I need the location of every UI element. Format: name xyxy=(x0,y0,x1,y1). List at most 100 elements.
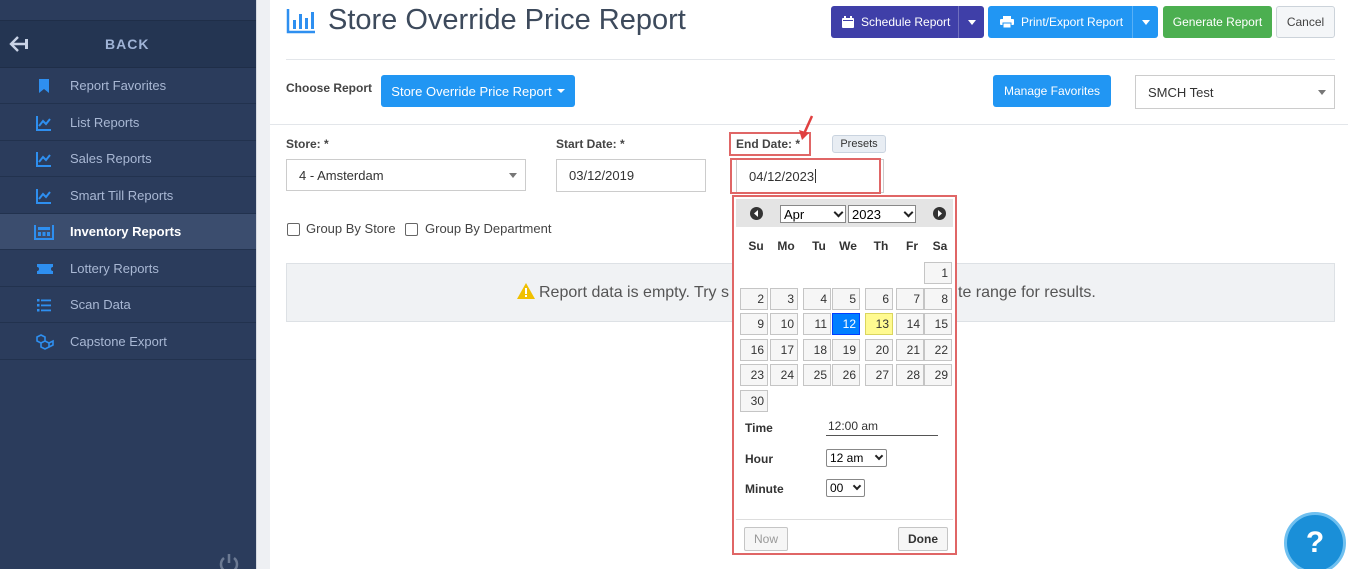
now-button[interactable]: Now xyxy=(744,527,788,551)
print-export-button[interactable]: Print/Export Report xyxy=(988,6,1158,38)
time-value: 12:00 am xyxy=(826,419,938,436)
calendar-day[interactable]: 22 xyxy=(924,338,952,361)
prev-month-button[interactable] xyxy=(750,207,763,220)
group-by-store-checkbox[interactable] xyxy=(287,223,300,236)
group-by-store-label: Group By Store xyxy=(306,221,396,236)
hour-select-value: 12 am xyxy=(830,451,864,465)
cancel-button[interactable]: Cancel xyxy=(1276,6,1335,38)
generate-report-button[interactable]: Generate Report xyxy=(1163,6,1272,38)
warning-icon xyxy=(517,283,535,299)
hour-select[interactable]: 12 am xyxy=(826,449,887,467)
presets-button[interactable]: Presets xyxy=(832,135,886,153)
store-select-value: 4 - Amsterdam xyxy=(299,167,384,183)
schedule-dropdown-toggle[interactable] xyxy=(958,6,984,38)
calendar-day[interactable]: 23 xyxy=(740,364,768,386)
sidebar-item-smart-till-reports[interactable]: Smart Till Reports xyxy=(0,178,256,214)
done-button[interactable]: Done xyxy=(898,527,948,551)
sidebar-item-label: Smart Till Reports xyxy=(70,188,174,203)
time-label: Time xyxy=(745,421,773,435)
back-arrow-icon xyxy=(9,36,28,52)
cancel-label: Cancel xyxy=(1286,15,1325,29)
calendar-day[interactable]: 21 xyxy=(896,338,924,361)
calendar-day[interactable]: 26 xyxy=(832,364,860,386)
minute-label: Minute xyxy=(745,482,784,496)
inventory-icon xyxy=(34,225,54,240)
sidebar-item-sales-reports[interactable]: Sales Reports xyxy=(0,141,256,177)
calendar-day[interactable]: 24 xyxy=(770,364,798,386)
calendar-day[interactable]: 9 xyxy=(740,313,768,335)
next-month-button[interactable] xyxy=(933,207,946,220)
calendar-day[interactable]: 7 xyxy=(896,287,924,310)
print-export-dropdown-toggle[interactable] xyxy=(1132,6,1158,38)
caret-down-icon xyxy=(556,89,565,93)
calendar-day[interactable]: 1 xyxy=(924,262,952,284)
sidebar-item-label: Lottery Reports xyxy=(70,261,159,276)
choose-report-dropdown[interactable]: Store Override Price Report xyxy=(381,75,575,107)
account-select-value: SMCH Test xyxy=(1148,84,1214,100)
sidebar-item-inventory-reports[interactable]: Inventory Reports xyxy=(0,214,256,250)
calendar-day[interactable]: 6 xyxy=(865,287,893,310)
calendar-day[interactable]: 16 xyxy=(740,338,768,361)
calendar-day[interactable]: 10 xyxy=(770,313,798,335)
calendar-day[interactable]: 19 xyxy=(832,338,860,361)
weekday-label: Su xyxy=(748,239,764,253)
end-date-label: End Date: * xyxy=(736,137,801,151)
chevron-down-icon xyxy=(852,481,862,491)
calendar-day[interactable]: 13 xyxy=(865,313,893,335)
weekday-label: Mo xyxy=(777,239,795,253)
calendar-day[interactable]: 15 xyxy=(924,313,952,335)
store-label: Store: * xyxy=(286,137,329,151)
calendar-day[interactable]: 5 xyxy=(832,287,860,310)
minute-select[interactable]: 00 xyxy=(826,479,865,497)
caret-down-icon xyxy=(1318,90,1326,95)
schedule-report-button[interactable]: Schedule Report xyxy=(831,6,984,38)
power-icon[interactable] xyxy=(218,552,240,569)
start-date-input[interactable]: 03/12/2019 xyxy=(556,159,706,192)
sidebar-item-label: Inventory Reports xyxy=(70,224,182,239)
datepicker-header: Apr 2023 xyxy=(736,199,953,227)
hour-label: Hour xyxy=(745,452,773,466)
calendar-day[interactable]: 28 xyxy=(896,364,924,386)
calendar-day[interactable]: 30 xyxy=(740,389,768,412)
weekday-label: Sa xyxy=(932,239,948,253)
calendar-day[interactable]: 20 xyxy=(865,338,893,361)
print-export-label: Print/Export Report xyxy=(1021,15,1124,29)
sidebar-item-capstone-export[interactable]: Capstone Export xyxy=(0,324,256,360)
manage-favorites-button[interactable]: Manage Favorites xyxy=(993,75,1111,107)
line-chart-icon xyxy=(36,152,51,167)
chevron-left-icon xyxy=(754,210,758,217)
calendar-day[interactable]: 25 xyxy=(803,364,831,386)
calendar-day[interactable]: 3 xyxy=(770,287,798,310)
calendar-day[interactable]: 8 xyxy=(924,287,952,310)
calendar-day[interactable]: 4 xyxy=(803,287,831,310)
back-button[interactable]: BACK xyxy=(0,20,256,68)
account-select[interactable]: SMCH Test xyxy=(1135,75,1335,109)
calendar-day[interactable]: 29 xyxy=(924,364,952,386)
calendar-day[interactable]: 11 xyxy=(803,313,831,335)
month-select-value: Apr xyxy=(784,206,805,222)
store-select[interactable]: 4 - Amsterdam xyxy=(286,159,526,191)
bar-chart-icon xyxy=(286,9,315,34)
sidebar-item-scan-data[interactable]: Scan Data xyxy=(0,287,256,323)
group-by-department-checkbox[interactable] xyxy=(405,223,418,236)
manage-favorites-label: Manage Favorites xyxy=(1003,84,1101,98)
calendar-day[interactable]: 27 xyxy=(865,364,893,386)
presets-label: Presets xyxy=(840,138,878,150)
sidebar-item-report-favorites[interactable]: Report Favorites xyxy=(0,68,256,104)
choose-report-label: Choose Report xyxy=(286,81,373,95)
month-select[interactable]: Apr xyxy=(780,205,846,223)
calendar-day[interactable]: 17 xyxy=(770,338,798,361)
help-label: ? xyxy=(1305,526,1325,559)
calendar-day[interactable]: 12 xyxy=(832,313,860,335)
sidebar-item-list-reports[interactable]: List Reports xyxy=(0,105,256,141)
sidebar-item-label: List Reports xyxy=(70,115,140,130)
weekday-label: Tu xyxy=(812,239,826,253)
calendar-day[interactable]: 18 xyxy=(803,338,831,361)
empty-message-text: Report data is empty. Try s xyxy=(539,284,729,301)
calendar-day[interactable]: 2 xyxy=(740,287,768,310)
calendar-day[interactable]: 14 xyxy=(896,313,924,335)
year-select[interactable]: 2023 xyxy=(848,205,916,223)
help-button[interactable]: ? xyxy=(1284,512,1346,569)
printer-icon xyxy=(1000,16,1014,28)
sidebar-item-lottery-reports[interactable]: Lottery Reports xyxy=(0,251,256,287)
